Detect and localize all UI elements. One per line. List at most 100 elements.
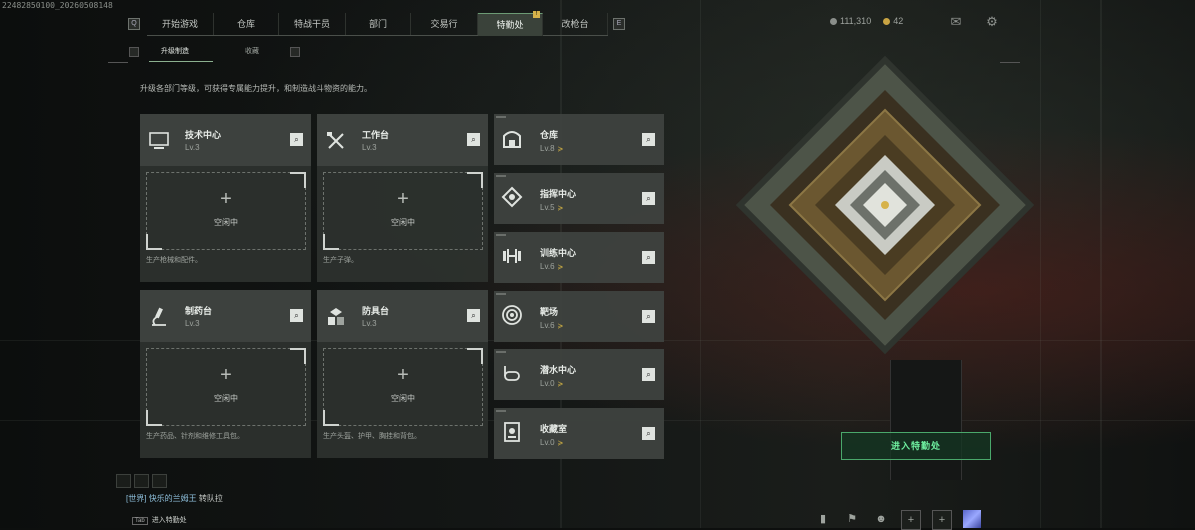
workshop-card-workbench[interactable]: 工作台 Lv.3 ⌕ + 空闲中 生产子弹。 — [317, 114, 488, 282]
facility-level: Lv.5 — [540, 203, 555, 212]
coin-icon — [830, 18, 837, 26]
facility-name: 训练中心 — [540, 248, 577, 258]
tools-icon — [327, 132, 344, 149]
flag-icon[interactable]: ⚑ — [843, 510, 861, 528]
build-id: 22482850100_20260508148 — [2, 1, 113, 10]
workshop-desc: 生产药品、针剂和维修工具包。 — [146, 433, 244, 440]
search-icon[interactable]: ⌕ — [642, 310, 655, 323]
workshop-card-tech[interactable]: 技术中心 Lv.3 ⌕ + 空闲中 生产枪械和配件。 — [140, 114, 311, 282]
chat-channel: [世界] — [126, 494, 147, 503]
facility-level: Lv.0 — [540, 379, 555, 388]
production-slot[interactable]: + 空闲中 — [323, 172, 483, 250]
production-slot[interactable]: + 空闲中 — [323, 348, 483, 426]
command-icon — [501, 186, 523, 208]
workshop-desc: 生产头盔、护甲、胸挂和背包。 — [323, 433, 421, 440]
item-thumbnail[interactable] — [963, 510, 981, 528]
upgrade-chevron-icon: ≽ — [557, 381, 564, 388]
tab-warehouse[interactable]: 仓库 — [214, 13, 279, 35]
gear-icon[interactable]: ⚙ — [984, 14, 1000, 30]
frame-bracket — [1000, 62, 1020, 73]
armor-icon — [328, 308, 344, 325]
warehouse-icon — [503, 131, 521, 148]
facility-name: 收藏室 — [540, 424, 568, 434]
tab-special-ops[interactable]: 特勤处! — [478, 11, 543, 36]
bottom-toolbar: ▮ ⚑ ☻ + + — [814, 510, 981, 530]
facility-warehouse[interactable]: 仓库 Lv.8 ≽ ⌕ — [494, 114, 664, 165]
nav-tabs: 开始游戏 仓库 特战干员 部门 交易行 特勤处! 改枪台 — [147, 11, 608, 36]
frame-bracket — [108, 62, 128, 73]
tab-gunsmith[interactable]: 改枪台 — [543, 13, 608, 35]
enter-shortcut-label: 进入特勤处 — [151, 517, 187, 524]
nav-left-key[interactable]: Q — [128, 18, 140, 30]
facility-name: 靶场 — [540, 307, 559, 317]
search-icon[interactable]: ⌕ — [642, 427, 655, 440]
facility-name: 指挥中心 — [540, 189, 577, 199]
chat-tabs — [116, 474, 167, 488]
tab-department[interactable]: 部门 — [346, 13, 411, 35]
coin-display: 111,310 — [830, 16, 871, 26]
facility-command[interactable]: 指挥中心 Lv.5 ≽ ⌕ — [494, 173, 664, 224]
workshop-level: Lv.3 — [185, 319, 200, 328]
workshop-desc: 生产子弹。 — [323, 257, 358, 264]
stats-icon[interactable]: ▮ — [814, 510, 832, 528]
production-slot[interactable]: + 空闲中 — [146, 348, 306, 426]
facility-name: 仓库 — [540, 130, 559, 140]
team-icon[interactable]: ☻ — [872, 510, 890, 528]
workshop-name: 技术中心 — [185, 130, 222, 140]
subtab-collection[interactable]: 收藏 — [233, 43, 277, 61]
search-icon[interactable]: ⌕ — [467, 133, 480, 146]
workshop-name: 制药台 — [185, 306, 213, 316]
top-icons: ✉ ⚙ — [948, 14, 1000, 30]
chat-user[interactable]: 快乐的兰姆王 — [149, 494, 197, 503]
facility-shooting-range[interactable]: 靶场 Lv.6 ≽ ⌕ — [494, 291, 664, 342]
tab-badge: ! — [533, 11, 540, 18]
upgrade-chevron-icon: ≽ — [557, 205, 564, 212]
workshop-level: Lv.3 — [362, 319, 377, 328]
facility-level: Lv.8 — [540, 144, 555, 153]
workshop-card-armor[interactable]: 防具台 Lv.3 ⌕ + 空闲中 生产头盔、护甲、胸挂和背包。 — [317, 290, 488, 458]
search-icon[interactable]: ⌕ — [467, 309, 480, 322]
add-slot-icon[interactable]: + — [932, 510, 952, 530]
subnav-left-key[interactable] — [129, 47, 139, 57]
workshop-level: Lv.3 — [362, 143, 377, 152]
plus-icon: + — [397, 364, 409, 386]
search-icon[interactable]: ⌕ — [642, 368, 655, 381]
facility-training[interactable]: 训练中心 Lv.6 ≽ ⌕ — [494, 232, 664, 283]
search-icon[interactable]: ⌕ — [642, 133, 655, 146]
enter-shortcut[interactable]: Tab 进入特勤处 — [132, 515, 187, 525]
facility-diving[interactable]: 潜水中心 Lv.0 ≽ ⌕ — [494, 349, 664, 400]
search-icon[interactable]: ⌕ — [642, 192, 655, 205]
tab-start-game[interactable]: 开始游戏 — [147, 13, 214, 35]
workshop-desc: 生产枪械和配件。 — [146, 257, 202, 264]
dumbbell-icon — [503, 249, 521, 263]
facility-collection-room[interactable]: 收藏室 Lv.0 ≽ ⌕ — [494, 408, 664, 459]
tab-trading[interactable]: 交易行 — [411, 13, 478, 35]
plus-icon: + — [220, 364, 232, 386]
gold-display: 42 — [883, 16, 903, 26]
upgrade-chevron-icon: ≽ — [557, 264, 564, 271]
chat-tab[interactable] — [134, 474, 149, 488]
tab-operators[interactable]: 特战干员 — [279, 13, 346, 35]
collection-icon — [504, 422, 520, 442]
subtab-upgrade[interactable]: 升级制造 — [149, 43, 213, 62]
chat-tab[interactable] — [152, 474, 167, 488]
upgrade-chevron-icon: ≽ — [557, 440, 564, 447]
workshop-level: Lv.3 — [185, 143, 200, 152]
computer-icon — [149, 132, 169, 149]
tab-key: Tab — [132, 517, 148, 525]
subnav-right-key[interactable] — [290, 47, 300, 57]
enter-special-ops-button[interactable]: 进入特勤处 — [841, 432, 991, 460]
gold-icon — [883, 18, 891, 26]
search-icon[interactable]: ⌕ — [290, 133, 303, 146]
production-slot[interactable]: + 空闲中 — [146, 172, 306, 250]
target-icon — [502, 305, 522, 325]
search-icon[interactable]: ⌕ — [290, 309, 303, 322]
chat-tab[interactable] — [116, 474, 131, 488]
upgrade-chevron-icon: ≽ — [557, 146, 564, 153]
facility-level: Lv.6 — [540, 262, 555, 271]
search-icon[interactable]: ⌕ — [642, 251, 655, 264]
mail-icon[interactable]: ✉ — [948, 14, 964, 30]
add-slot-icon[interactable]: + — [901, 510, 921, 530]
nav-right-key[interactable]: E — [613, 18, 625, 30]
workshop-card-pharmacy[interactable]: 制药台 Lv.3 ⌕ + 空闲中 生产药品、针剂和维修工具包。 — [140, 290, 311, 458]
